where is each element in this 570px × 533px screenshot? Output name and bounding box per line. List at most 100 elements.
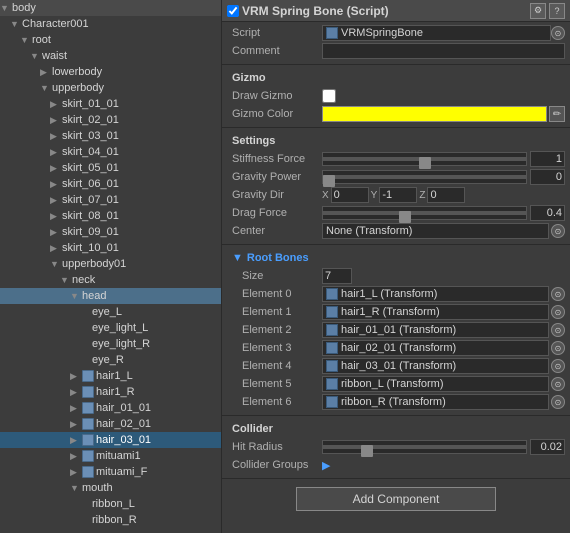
tree-item-hair_02_01[interactable]: hair_02_01 [0,416,221,432]
tree-item-hair1_L[interactable]: hair1_L [0,368,221,384]
tree-item-eye_L[interactable]: eye_L [0,304,221,320]
tree-item-hair_01_01[interactable]: hair_01_01 [0,400,221,416]
element-pick-btn-1[interactable]: ⊙ [551,305,565,319]
arrow-skirt_08_01[interactable] [50,211,62,222]
tree-item-skirt_10_01[interactable]: skirt_10_01 [0,240,221,256]
tree-item-neck[interactable]: neck [0,272,221,288]
tree-item-skirt_09_01[interactable]: skirt_09_01 [0,224,221,240]
element-pick-btn-3[interactable]: ⊙ [551,341,565,355]
element-field-6[interactable]: ribbon_R (Transform) [322,394,549,410]
gravity-power-input[interactable] [530,169,565,185]
tree-item-upperbody01[interactable]: upperbody01 [0,256,221,272]
tree-item-skirt_04_01[interactable]: skirt_04_01 [0,144,221,160]
arrow-waist[interactable] [30,51,42,61]
element-field-5[interactable]: ribbon_L (Transform) [322,376,549,392]
tree-item-upperbody[interactable]: upperbody [0,80,221,96]
script-pick-btn[interactable]: ⊙ [551,26,565,40]
arrow-skirt_02_01[interactable] [50,115,62,126]
gravity-dir-y[interactable] [379,187,417,203]
add-component-button[interactable]: Add Component [296,487,496,511]
tree-item-lowerbody[interactable]: lowerbody [0,64,221,80]
draw-gizmo-checkbox[interactable] [322,89,336,103]
arrow-skirt_03_01[interactable] [50,131,62,142]
arrow-character001[interactable] [10,19,22,29]
arrow-root[interactable] [20,35,32,45]
element-pick-btn-0[interactable]: ⊙ [551,287,565,301]
element-field-3[interactable]: hair_02_01 (Transform) [322,340,549,356]
element-field-1[interactable]: hair1_R (Transform) [322,304,549,320]
arrow-neck[interactable] [60,275,72,285]
hit-radius-input[interactable] [530,439,565,455]
tree-item-skirt_07_01[interactable]: skirt_07_01 [0,192,221,208]
element-pick-btn-2[interactable]: ⊙ [551,323,565,337]
settings-icon[interactable]: ⚙ [530,3,546,19]
arrow-hair_01_01[interactable] [70,403,82,414]
comment-input[interactable] [322,43,565,59]
tree-item-skirt_05_01[interactable]: skirt_05_01 [0,160,221,176]
tree-item-mituami1[interactable]: mituami1 [0,448,221,464]
tree-item-skirt_02_01[interactable]: skirt_02_01 [0,112,221,128]
element-pick-btn-5[interactable]: ⊙ [551,377,565,391]
gravity-dir-z[interactable] [427,187,465,203]
arrow-mouth[interactable] [70,483,82,493]
gizmo-color-swatch[interactable] [322,106,547,122]
tree-item-head[interactable]: head [0,288,221,304]
tree-item-eye_R[interactable]: eye_R [0,352,221,368]
root-bones-arrow[interactable]: ▼ [232,252,243,264]
stiffness-slider[interactable] [322,152,527,166]
arrow-skirt_10_01[interactable] [50,243,62,254]
tree-item-mouth[interactable]: mouth [0,480,221,496]
element-field-0[interactable]: hair1_L (Transform) [322,286,549,302]
tree-item-ribbon_L[interactable]: ribbon_L [0,496,221,512]
center-pick-btn[interactable]: ⊙ [551,224,565,238]
tree-item-mituami_F[interactable]: mituami_F [0,464,221,480]
arrow-mituami1[interactable] [70,451,82,462]
tree-item-eye_light_R[interactable]: eye_light_R [0,336,221,352]
arrow-skirt_09_01[interactable] [50,227,62,238]
arrow-hair1_R[interactable] [70,387,82,398]
tree-item-body[interactable]: body [0,0,221,16]
tree-item-hair_03_01[interactable]: hair_03_01 [0,432,221,448]
tree-item-ribbon_R[interactable]: ribbon_R [0,512,221,528]
tree-item-character001[interactable]: Character001 [0,16,221,32]
element-field-2[interactable]: hair_01_01 (Transform) [322,322,549,338]
size-input[interactable] [322,268,352,284]
arrow-hair_02_01[interactable] [70,419,82,430]
drag-force-slider[interactable] [322,206,527,220]
arrow-skirt_07_01[interactable] [50,195,62,206]
collider-groups-arrow[interactable]: ▶ [322,459,330,472]
arrow-body[interactable] [0,3,12,13]
tree-item-skirt_01_01[interactable]: skirt_01_01 [0,96,221,112]
tree-item-skirt_06_01[interactable]: skirt_06_01 [0,176,221,192]
arrow-skirt_04_01[interactable] [50,147,62,158]
stiffness-input[interactable] [530,151,565,167]
script-field[interactable]: VRMSpringBone [322,25,551,41]
tree-item-root[interactable]: root [0,32,221,48]
drag-force-input[interactable] [530,205,565,221]
center-field[interactable]: None (Transform) [322,223,549,239]
tree-item-waist[interactable]: waist [0,48,221,64]
arrow-skirt_05_01[interactable] [50,163,62,174]
arrow-skirt_06_01[interactable] [50,179,62,190]
arrow-upperbody01[interactable] [50,259,62,269]
tree-item-hair1_R[interactable]: hair1_R [0,384,221,400]
help-icon[interactable]: ? [549,3,565,19]
element-pick-btn-6[interactable]: ⊙ [551,395,565,409]
tree-item-skirt_08_01[interactable]: skirt_08_01 [0,208,221,224]
arrow-skirt_01_01[interactable] [50,99,62,110]
arrow-lowerbody[interactable] [40,67,52,78]
element-pick-btn-4[interactable]: ⊙ [551,359,565,373]
tree-item-skirt_03_01[interactable]: skirt_03_01 [0,128,221,144]
component-enabled-checkbox[interactable] [227,5,239,17]
gravity-dir-x[interactable] [331,187,369,203]
arrow-hair1_L[interactable] [70,371,82,382]
arrow-mituami_F[interactable] [70,467,82,478]
arrow-head[interactable] [70,291,82,301]
arrow-hair_03_01[interactable] [70,435,82,446]
hit-radius-slider[interactable] [322,440,527,454]
element-field-4[interactable]: hair_03_01 (Transform) [322,358,549,374]
gravity-power-slider[interactable] [322,170,527,184]
gizmo-color-pick-btn[interactable]: ✏ [549,106,565,122]
tree-item-eye_light_L[interactable]: eye_light_L [0,320,221,336]
arrow-upperbody[interactable] [40,83,52,93]
